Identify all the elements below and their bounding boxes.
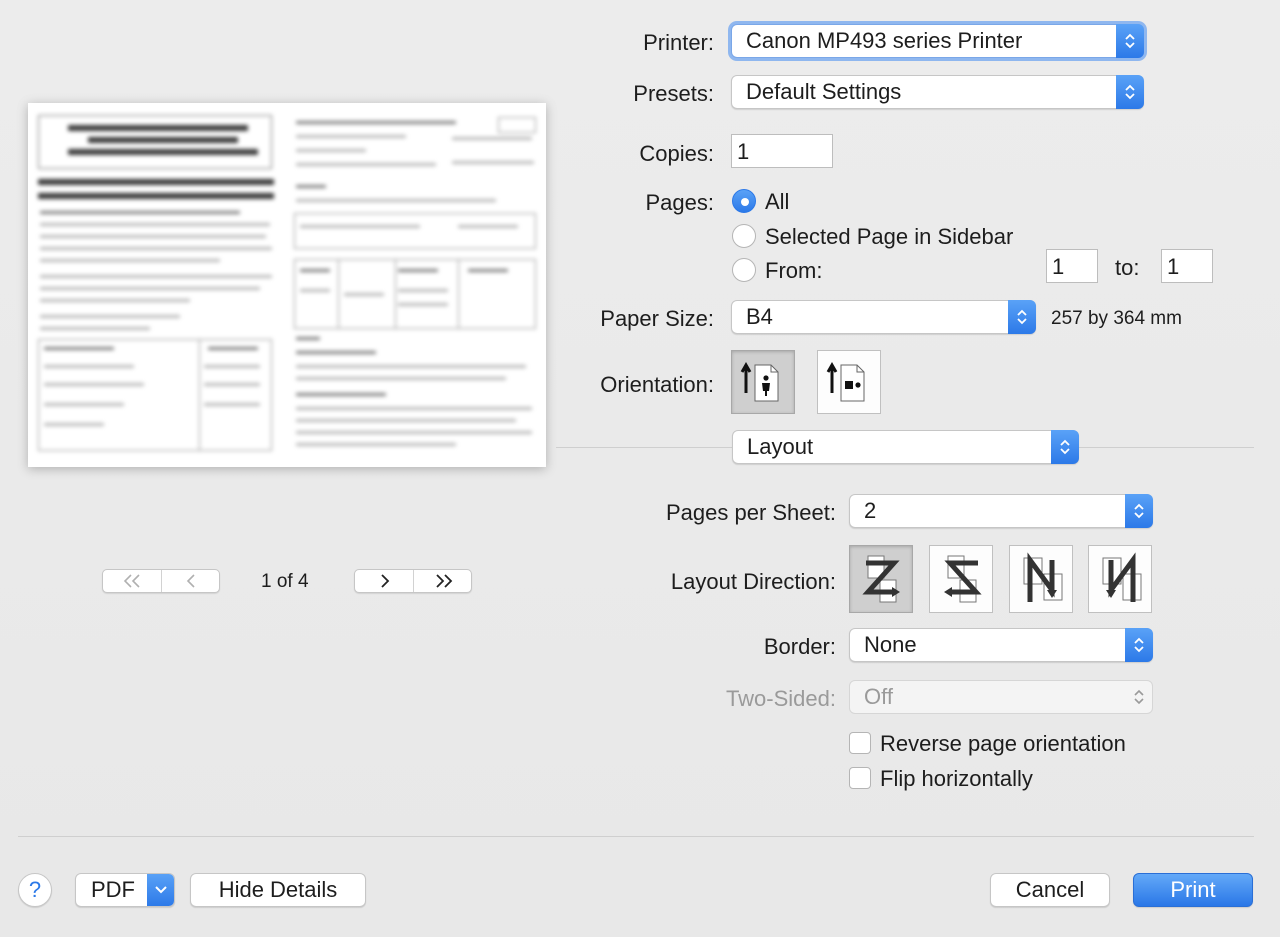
page-preview [28, 103, 546, 467]
two-sided-popup: Off [849, 680, 1153, 714]
up-down-chevron-icon [1017, 309, 1027, 325]
paper-size-label: Paper Size: [600, 306, 714, 331]
previous-page-button[interactable] [160, 570, 220, 592]
presets-label: Presets: [633, 81, 714, 106]
page-indicator: 1 of 4 [261, 571, 309, 592]
copies-label: Copies: [639, 141, 714, 166]
pages-selected-radio[interactable] [732, 224, 756, 248]
paper-size-value: B4 [746, 304, 773, 329]
popup-stepper [1116, 24, 1144, 58]
border-popup[interactable]: None [849, 628, 1153, 662]
pdf-dropdown-arrow [147, 874, 174, 906]
popup-stepper [1125, 494, 1153, 528]
landscape-icon [826, 361, 865, 402]
two-sided-label: Two-Sided: [725, 686, 836, 711]
up-down-chevron-icon [1125, 84, 1135, 100]
layout-reverse-n-button[interactable] [1088, 545, 1152, 613]
paper-size-popup[interactable]: B4 [731, 300, 1036, 334]
layout-reverse-z-icon [944, 555, 982, 603]
footer-divider [18, 836, 1254, 837]
layout-n-icon [1023, 552, 1063, 602]
layout-z-button[interactable] [849, 545, 913, 613]
pages-label: Pages: [645, 190, 715, 215]
help-button[interactable]: ? [18, 873, 52, 907]
pages-selected-label: Selected Page in Sidebar [765, 224, 1014, 249]
popup-stepper [1051, 430, 1079, 464]
pages-to-field[interactable]: 1 [1161, 249, 1213, 283]
printer-label: Printer: [643, 30, 714, 55]
border-label: Border: [763, 634, 836, 659]
layout-direction-label: Layout Direction: [670, 569, 836, 594]
section-popup-value: Layout [747, 434, 814, 459]
up-down-chevron-icon [1125, 33, 1135, 49]
reverse-orientation-checkbox[interactable] [849, 732, 871, 754]
hide-details-button[interactable]: Hide Details [190, 873, 366, 907]
reverse-orientation-label: Reverse page orientation [880, 731, 1126, 756]
up-down-chevron-icon [1060, 439, 1070, 455]
popup-stepper [1008, 300, 1036, 334]
portrait-icon [740, 361, 779, 402]
presets-popup[interactable]: Default Settings [731, 75, 1144, 109]
popup-stepper [1116, 75, 1144, 109]
pages-per-sheet-value: 2 [864, 498, 877, 523]
flip-horizontally-label: Flip horizontally [880, 766, 1033, 791]
pages-per-sheet-popup[interactable]: 2 [849, 494, 1153, 528]
last-page-button[interactable] [412, 570, 472, 592]
preview-nav-forward-group [354, 569, 472, 593]
pdf-label: PDF [91, 877, 135, 902]
printer-popup[interactable]: Canon MP493 series Printer [731, 24, 1144, 58]
preview-nav-back-group [102, 569, 220, 593]
up-down-chevron-icon [1134, 637, 1144, 653]
layout-reverse-z-button[interactable] [929, 545, 993, 613]
layout-z-icon [862, 555, 900, 603]
pages-from-radio[interactable] [732, 258, 756, 282]
popup-stepper [1125, 628, 1153, 662]
cancel-button[interactable]: Cancel [990, 873, 1110, 907]
portrait-orientation-button[interactable] [731, 350, 795, 414]
presets-value: Default Settings [746, 79, 902, 104]
popup-stepper [1125, 680, 1153, 714]
up-down-chevron-icon [1134, 689, 1144, 705]
two-sided-value: Off [864, 684, 893, 709]
pages-from-label: From: [765, 258, 823, 283]
printer-value: Canon MP493 series Printer [746, 28, 1023, 53]
double-chevron-left-icon [123, 574, 140, 588]
double-chevron-right-icon [435, 574, 452, 588]
pdf-menu-button[interactable]: PDF [75, 873, 175, 907]
layout-n-button[interactable] [1009, 545, 1073, 613]
border-value: None [864, 632, 917, 657]
chevron-left-icon [186, 574, 195, 588]
paper-dimensions: 257 by 364 mm [1051, 308, 1182, 329]
up-down-chevron-icon [1134, 503, 1144, 519]
pages-all-label: All [765, 189, 790, 214]
flip-horizontally-checkbox[interactable] [849, 767, 871, 789]
chevron-right-icon [381, 574, 390, 588]
pages-per-sheet-label: Pages per Sheet: [665, 500, 836, 525]
first-page-button[interactable] [103, 570, 161, 592]
copies-field[interactable]: 1 [731, 134, 833, 168]
next-page-button[interactable] [355, 570, 413, 592]
chevron-down-icon [155, 886, 167, 894]
pages-to-label: to: [1115, 255, 1140, 280]
layout-reverse-n-icon [1102, 552, 1142, 602]
pages-all-radio[interactable] [732, 189, 756, 213]
orientation-label: Orientation: [600, 372, 714, 397]
help-icon: ? [28, 877, 42, 902]
print-button[interactable]: Print [1133, 873, 1253, 907]
pages-from-field[interactable]: 1 [1046, 249, 1098, 283]
section-popup[interactable]: Layout [732, 430, 1079, 464]
landscape-orientation-button[interactable] [817, 350, 881, 414]
